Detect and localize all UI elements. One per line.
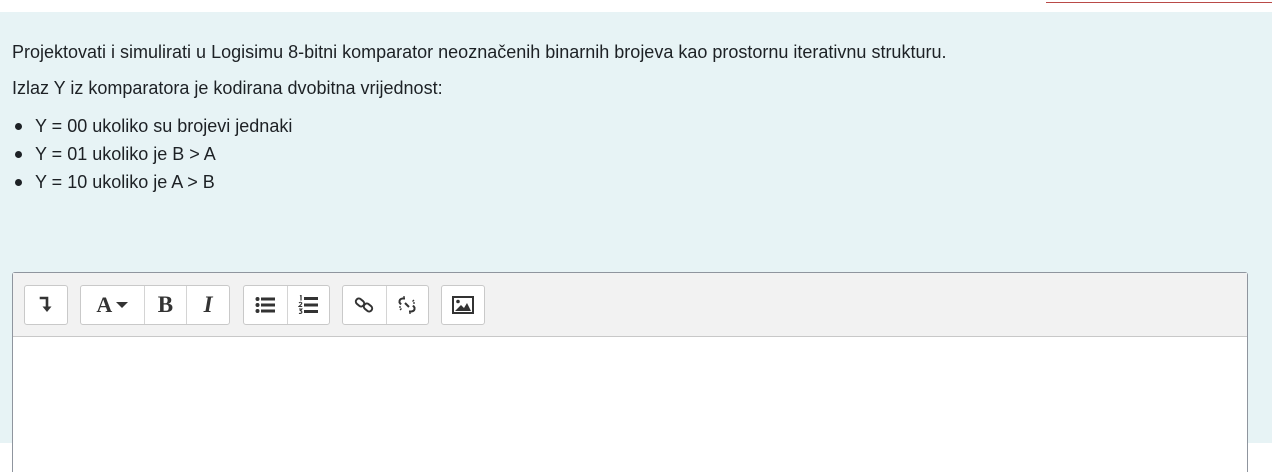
list-item-text: Y = 00 ukoliko su brojevi jednaki [35,116,293,136]
insert-image-button[interactable] [442,286,484,324]
list-item-text: Y = 01 ukoliko je B > A [35,144,216,164]
question-paragraph-1: Projektovati i simulirati u Logisimu 8-b… [12,42,947,62]
bullet-icon [15,179,22,186]
toolbar-group-lists [243,285,330,325]
unlink-icon [398,296,416,314]
bold-label: B [157,292,174,317]
toolbar-group-media [441,285,485,325]
bullet-icon [15,123,22,130]
output-code-list: Y = 00 ukoliko su brojevi jednaki Y = 01… [12,115,292,199]
bullet-icon [15,151,22,158]
list-item: Y = 01 ukoliko je B > A [12,143,292,171]
show-more-buttons-button[interactable] [25,286,67,324]
unordered-list-button[interactable] [244,286,287,324]
top-right-divider [1046,0,1272,3]
link-button[interactable] [343,286,386,324]
toolbar-group-links [342,285,429,325]
list-item: Y = 00 ukoliko su brojevi jednaki [12,115,292,143]
unlink-button[interactable] [385,286,429,324]
list-item: Y = 10 ukoliko je A > B [12,171,292,199]
arrow-down-return-icon [39,296,52,312]
paragraph-format-button[interactable]: A [81,286,144,324]
italic-label: I [203,292,213,317]
ordered-list-button[interactable] [286,286,330,324]
link-icon [355,297,374,313]
question-paragraph-2: Izlaz Y iz komparatora je kodirana dvobi… [12,78,443,98]
answer-editor: A B I [12,272,1248,473]
image-icon [452,296,474,314]
list-item-text: Y = 10 ukoliko je A > B [35,172,215,192]
numbered-list-icon [298,295,319,315]
toolbar-group-text-style: A B I [80,285,230,325]
toolbar-group-more [24,285,68,325]
editor-toolbar: A B I [13,273,1247,337]
caret-down-icon [116,302,129,308]
page-top-strip [0,0,1272,12]
bullet-list-icon [255,297,276,313]
editor-content-area[interactable] [13,337,1247,473]
bold-button[interactable]: B [143,286,187,324]
paragraph-format-label: A [96,292,113,317]
question-text-panel: Projektovati i simulirati u Logisimu 8-b… [0,12,1272,473]
italic-button[interactable]: I [186,286,229,324]
